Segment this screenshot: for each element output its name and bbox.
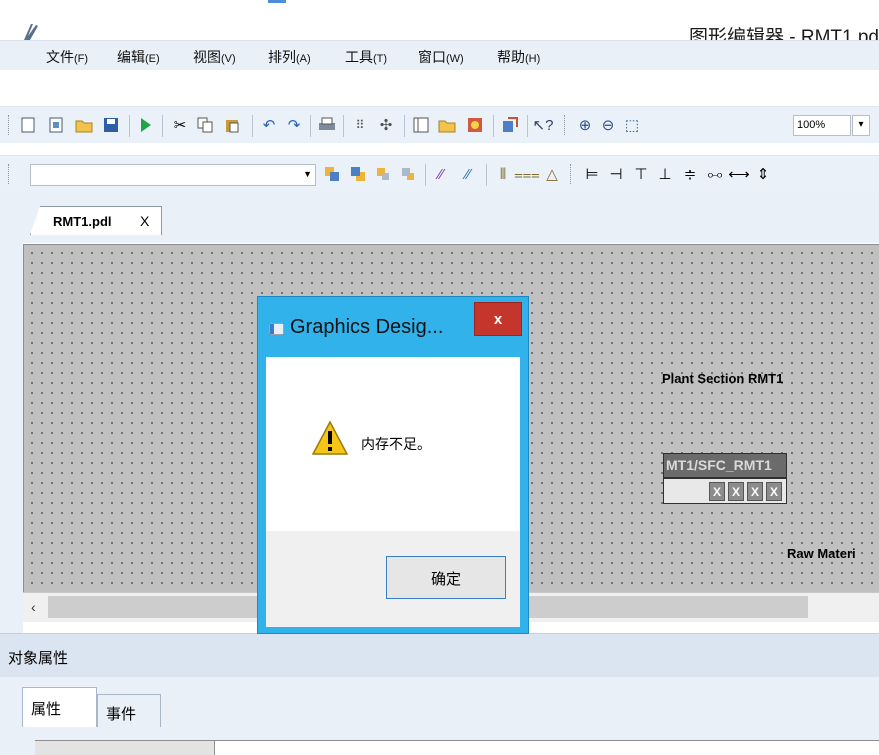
warning-icon (311, 420, 349, 455)
save-icon[interactable] (101, 115, 121, 135)
library-icon[interactable] (437, 115, 457, 135)
zoom-fit-icon[interactable]: ⬚ (622, 115, 642, 135)
sfc-cell: X (747, 482, 763, 501)
dialog-close-button[interactable]: x (474, 302, 522, 336)
canvas-margin (0, 243, 23, 633)
dialog-footer: 确定 (266, 531, 520, 627)
rotate-icon[interactable]: △ (542, 164, 562, 184)
menu-view[interactable]: 视图(V) (193, 47, 236, 67)
tab-rmt1[interactable]: RMT1.pdl X (30, 206, 162, 235)
open-folder-icon[interactable] (74, 115, 94, 135)
scroll-left-icon[interactable]: ‹ (31, 599, 36, 615)
property-grid-cell[interactable] (35, 741, 215, 755)
align-top-icon[interactable]: ⊤ (631, 164, 651, 184)
sfc-cell: X (728, 482, 744, 501)
center-vertical-icon[interactable]: ≑ (680, 164, 700, 184)
properties-title: 对象属性 (8, 650, 69, 667)
zoom-in-icon[interactable]: ⊕ (575, 115, 595, 135)
center-horizontal-icon[interactable]: ⧟ (705, 164, 725, 184)
bring-front-icon[interactable] (322, 164, 342, 184)
sfc-cell: X (766, 482, 782, 501)
sfc-block[interactable]: MT1/SFC_RMT1 X X X X (663, 453, 787, 505)
flip-horizontal-icon[interactable]: ⫴ (493, 164, 513, 184)
snap-icon[interactable]: ✣ (376, 115, 396, 135)
zoom-select[interactable]: 100% (793, 115, 851, 136)
toolbar-grip[interactable] (8, 115, 10, 135)
align-right-icon[interactable]: ⊣ (606, 164, 626, 184)
dialog-body: 内存不足。 (266, 357, 520, 531)
dialog-title: Graphics Desig... (290, 316, 444, 338)
dialog-app-icon (269, 322, 284, 335)
combo-arrow-icon[interactable]: ▼ (303, 169, 312, 179)
cut-icon[interactable]: ✂ (170, 115, 190, 135)
menu-file[interactable]: 文件(F) (46, 47, 88, 67)
wand-icon[interactable]: ⁄⁄ (431, 164, 451, 184)
zoom-out-icon[interactable]: ⊖ (598, 115, 618, 135)
menu-window[interactable]: 窗口(W) (418, 47, 464, 67)
forward-icon[interactable] (373, 164, 393, 184)
menu-bar: 文件(F) 编辑(E) 视图(V) 排列(A) 工具(T) 窗口(W) 帮助(H… (0, 40, 879, 70)
object-combobox[interactable]: ▼ (30, 164, 316, 186)
property-grid (35, 740, 879, 755)
properties-header: 对象属性 (0, 633, 879, 677)
tab-label: RMT1.pdl (53, 214, 112, 229)
same-width-icon[interactable]: ⟷ (728, 164, 750, 184)
menu-tools[interactable]: 工具(T) (345, 47, 387, 67)
align-toolbar: ▼ ⁄⁄ ⁄⁄ ⫴ ⩶ △ ⊨ ⊣ ⊤ ⊥ ≑ ⧟ ⟷ ⇕ (0, 155, 879, 192)
error-dialog: Graphics Desig... x 内存不足。 确定 (257, 296, 529, 634)
menu-arrange[interactable]: 排列(A) (268, 47, 311, 67)
zoom-dropdown-icon[interactable]: ▾ (852, 115, 870, 136)
new-template-icon[interactable] (46, 115, 66, 135)
sfc-status-row: X X X X (663, 478, 787, 504)
menu-help[interactable]: 帮助(H) (497, 47, 540, 67)
document-tabstrip: RMT1.pdl X (0, 191, 879, 243)
flip-vertical-icon[interactable]: ⩶ (514, 164, 540, 184)
grid-icon[interactable]: ⠿ (350, 115, 370, 135)
undo-icon[interactable]: ↶ (259, 115, 279, 135)
print-icon[interactable] (317, 115, 337, 135)
toolbar-grip-4[interactable] (570, 164, 572, 184)
redo-icon[interactable]: ↷ (284, 115, 304, 135)
same-height-icon[interactable]: ⇕ (753, 164, 773, 184)
taskbar-indicator (268, 0, 286, 3)
tab-properties[interactable]: 属性 (22, 687, 97, 727)
standard-toolbar: ✂ ↶ ↷ ⠿ ✣ ↖? ⊕ ⊖ ⬚ 100% ▾ (0, 106, 879, 143)
tab-events[interactable]: 事件 (97, 694, 161, 727)
tab-close-icon[interactable]: X (140, 213, 149, 229)
sfc-cell: X (709, 482, 725, 501)
sfc-title: MT1/SFC_RMT1 (663, 453, 787, 478)
raw-material-label[interactable]: Raw Materi (787, 546, 856, 561)
copy-icon[interactable] (195, 115, 215, 135)
dialog-title-bar: Graphics Desig... (269, 316, 443, 339)
menu-edit[interactable]: 编辑(E) (117, 47, 160, 67)
ok-button[interactable]: 确定 (386, 556, 506, 599)
palette-icon[interactable] (465, 115, 485, 135)
toolbar-grip-2[interactable] (564, 115, 566, 135)
new-file-icon[interactable] (18, 115, 38, 135)
align-bottom-icon[interactable]: ⊥ (655, 164, 675, 184)
align-left-icon[interactable]: ⊨ (582, 164, 602, 184)
wand-tool-icon[interactable]: ⁄⁄ (458, 164, 478, 184)
send-back-icon[interactable] (348, 164, 368, 184)
object-icon[interactable] (500, 115, 520, 135)
toolbar-grip-3[interactable] (8, 164, 10, 184)
paste-icon[interactable] (222, 115, 242, 135)
app-icon (24, 24, 38, 40)
layers-icon[interactable] (411, 115, 431, 135)
run-icon[interactable] (135, 115, 155, 135)
dialog-message: 内存不足。 (361, 436, 431, 452)
backward-icon[interactable] (398, 164, 418, 184)
whats-this-icon[interactable]: ↖? (533, 115, 554, 135)
plant-section-label[interactable]: Plant Section RMT1 (662, 371, 783, 386)
